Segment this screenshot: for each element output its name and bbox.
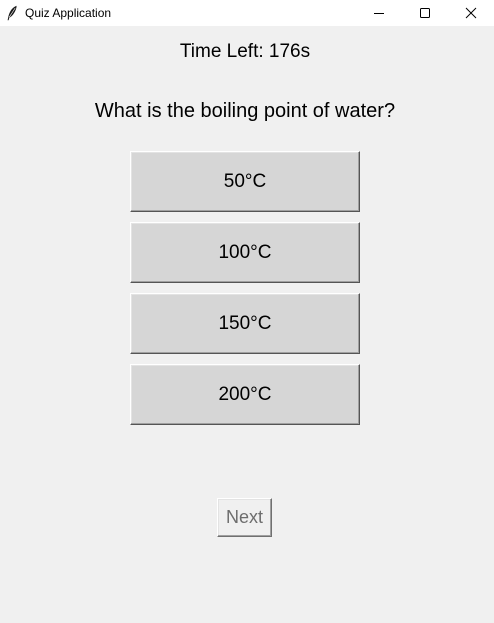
minimize-icon: [374, 13, 384, 14]
answer-button-2[interactable]: 100°C: [130, 222, 360, 283]
time-left-label: Time Left: 176s: [179, 41, 311, 62]
close-button[interactable]: [448, 0, 494, 26]
answer-button-3[interactable]: 150°C: [130, 293, 360, 354]
maximize-icon: [420, 8, 430, 18]
close-icon: [465, 7, 477, 19]
quiz-window: Quiz Application Time Left: 176s What is…: [0, 0, 494, 623]
answer-button-1[interactable]: 50°C: [130, 151, 360, 212]
minimize-button[interactable]: [356, 0, 402, 26]
maximize-button[interactable]: [402, 0, 448, 26]
question-text: What is the boiling point of water?: [94, 100, 396, 122]
next-button[interactable]: Next: [217, 498, 272, 537]
window-title: Quiz Application: [25, 6, 112, 20]
feather-icon: [7, 5, 17, 21]
answer-button-4[interactable]: 200°C: [130, 364, 360, 425]
title-bar[interactable]: Quiz Application: [0, 0, 494, 26]
